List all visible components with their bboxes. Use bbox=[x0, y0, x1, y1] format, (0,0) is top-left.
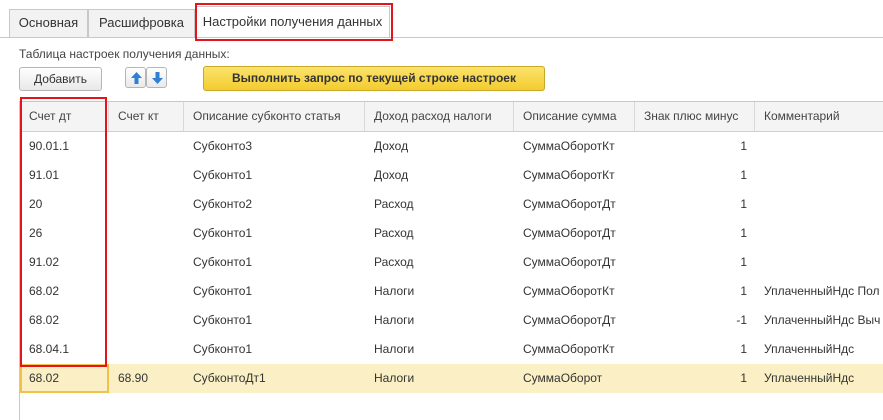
cell-sign[interactable]: 1 bbox=[635, 161, 755, 190]
execute-query-button[interactable]: Выполнить запрос по текущей строке настр… bbox=[203, 66, 545, 91]
column-header-amount[interactable]: Описание сумма bbox=[514, 102, 635, 131]
arrow-up-icon bbox=[131, 72, 142, 84]
cell-type[interactable]: Налоги bbox=[365, 364, 514, 393]
cell-type[interactable]: Налоги bbox=[365, 277, 514, 306]
cell-amount[interactable]: СуммаОборотДт bbox=[514, 306, 635, 335]
cell-credit[interactable] bbox=[109, 219, 184, 248]
cell-credit[interactable] bbox=[109, 277, 184, 306]
cell-subconto[interactable]: Субконто1 bbox=[184, 335, 365, 364]
cell-comment[interactable] bbox=[755, 190, 883, 219]
move-down-button[interactable] bbox=[146, 67, 167, 88]
table-row[interactable]: 68.02 68.90 СубконтоДт1 Налоги СуммаОборот 1 У… bbox=[20, 364, 883, 393]
cell-type[interactable]: Налоги bbox=[365, 306, 514, 335]
cell-sign[interactable]: 1 bbox=[635, 364, 755, 393]
cell-credit[interactable] bbox=[109, 248, 184, 277]
table-row[interactable]: 68.04.1 Субконто1 Налоги СуммаОборотКт 1 Упла… bbox=[20, 335, 883, 364]
cell-credit[interactable] bbox=[109, 161, 184, 190]
cell-credit[interactable]: 68.90 bbox=[109, 364, 184, 393]
cell-sign[interactable]: 1 bbox=[635, 277, 755, 306]
cell-credit[interactable] bbox=[109, 306, 184, 335]
column-header-credit[interactable]: Счет кт bbox=[109, 102, 184, 131]
cell-type[interactable]: Налоги bbox=[365, 335, 514, 364]
cell-credit[interactable] bbox=[109, 132, 184, 161]
move-up-button[interactable] bbox=[125, 67, 146, 88]
cell-comment[interactable]: УплаченныйНдс bbox=[755, 335, 883, 364]
cell-sign[interactable]: 1 bbox=[635, 132, 755, 161]
cell-credit[interactable] bbox=[109, 335, 184, 364]
cell-debit[interactable]: 91.01 bbox=[20, 161, 109, 190]
column-header-type[interactable]: Доход расход налоги bbox=[365, 102, 514, 131]
cell-type[interactable]: Доход bbox=[365, 132, 514, 161]
tab-main[interactable]: Основная bbox=[9, 9, 88, 37]
cell-subconto[interactable]: Субконто1 bbox=[184, 277, 365, 306]
arrow-down-icon bbox=[152, 72, 163, 84]
add-button[interactable]: Добавить bbox=[19, 67, 102, 91]
cell-subconto[interactable]: Субконто1 bbox=[184, 219, 365, 248]
table-row[interactable]: 68.02 Субконто1 Налоги СуммаОборотКт 1 Уплаче… bbox=[20, 277, 883, 306]
cell-amount[interactable]: СуммаОборотДт bbox=[514, 190, 635, 219]
column-header-sign[interactable]: Знак плюс минус bbox=[635, 102, 755, 131]
table-row[interactable]: 90.01.1 Субконто3 Доход СуммаОборотКт 1 bbox=[20, 132, 883, 161]
cell-comment[interactable]: УплаченныйНдс Пол bbox=[755, 277, 883, 306]
cell-credit[interactable] bbox=[109, 190, 184, 219]
cell-amount[interactable]: СуммаОборотКт bbox=[514, 335, 635, 364]
cell-comment[interactable] bbox=[755, 248, 883, 277]
cell-amount[interactable]: СуммаОборот bbox=[514, 364, 635, 393]
cell-debit[interactable]: 20 bbox=[20, 190, 109, 219]
cell-amount[interactable]: СуммаОборотКт bbox=[514, 161, 635, 190]
column-header-subconto[interactable]: Описание субконто статья bbox=[184, 102, 365, 131]
cell-debit[interactable]: 68.04.1 bbox=[20, 335, 109, 364]
cell-comment[interactable] bbox=[755, 161, 883, 190]
cell-debit[interactable]: 26 bbox=[20, 219, 109, 248]
table-row[interactable]: 91.02 Субконто1 Расход СуммаОборотДт 1 bbox=[20, 248, 883, 277]
cell-type[interactable]: Доход bbox=[365, 161, 514, 190]
cell-subconto[interactable]: Субконто2 bbox=[184, 190, 365, 219]
tab-decoding[interactable]: Расшифровка bbox=[88, 9, 195, 37]
cell-subconto[interactable]: Субконто1 bbox=[184, 306, 365, 335]
cell-debit[interactable]: 68.02 bbox=[20, 277, 109, 306]
table-row[interactable]: 26 Субконто1 Расход СуммаОборотДт 1 bbox=[20, 219, 883, 248]
table-caption: Таблица настроек получения данных: bbox=[19, 47, 230, 61]
cell-debit[interactable]: 91.02 bbox=[20, 248, 109, 277]
cell-amount[interactable]: СуммаОборотДт bbox=[514, 219, 635, 248]
cell-debit[interactable]: 68.02 bbox=[20, 364, 109, 393]
tab-divider bbox=[0, 37, 883, 38]
cell-sign[interactable]: 1 bbox=[635, 190, 755, 219]
cell-subconto[interactable]: СубконтоДт1 bbox=[184, 364, 365, 393]
cell-comment[interactable]: УплаченныйНдс bbox=[755, 364, 883, 393]
cell-sign[interactable]: 1 bbox=[635, 219, 755, 248]
cell-type[interactable]: Расход bbox=[365, 190, 514, 219]
cell-debit[interactable]: 68.02 bbox=[20, 306, 109, 335]
cell-sign[interactable]: -1 bbox=[635, 306, 755, 335]
column-header-debit[interactable]: Счет дт bbox=[20, 102, 109, 131]
cell-type[interactable]: Расход bbox=[365, 248, 514, 277]
cell-comment[interactable] bbox=[755, 219, 883, 248]
cell-amount[interactable]: СуммаОборотКт bbox=[514, 132, 635, 161]
cell-type[interactable]: Расход bbox=[365, 219, 514, 248]
table-header: Счет дт Счет кт Описание субконто статья… bbox=[20, 102, 883, 132]
cell-amount[interactable]: СуммаОборотДт bbox=[514, 248, 635, 277]
cell-amount[interactable]: СуммаОборотКт bbox=[514, 277, 635, 306]
table-row[interactable]: 91.01 Субконто1 Доход СуммаОборотКт 1 bbox=[20, 161, 883, 190]
cell-subconto[interactable]: Субконто1 bbox=[184, 161, 365, 190]
cell-subconto[interactable]: Субконто1 bbox=[184, 248, 365, 277]
table-row[interactable]: 68.02 Субконто1 Налоги СуммаОборотДт -1 Уплач… bbox=[20, 306, 883, 335]
cell-sign[interactable]: 1 bbox=[635, 335, 755, 364]
cell-sign[interactable]: 1 bbox=[635, 248, 755, 277]
settings-table: Счет дт Счет кт Описание субконто статья… bbox=[19, 101, 883, 420]
tab-bar: Основная Расшифровка Настройки получения… bbox=[0, 0, 883, 38]
tab-data-settings[interactable]: Настройки получения данных bbox=[195, 6, 390, 38]
table-row[interactable]: 20 Субконто2 Расход СуммаОборотДт 1 bbox=[20, 190, 883, 219]
cell-debit[interactable]: 90.01.1 bbox=[20, 132, 109, 161]
cell-comment[interactable] bbox=[755, 132, 883, 161]
cell-subconto[interactable]: Субконто3 bbox=[184, 132, 365, 161]
column-header-comment[interactable]: Комментарий bbox=[755, 102, 883, 131]
cell-comment[interactable]: УплаченныйНдс Выч bbox=[755, 306, 883, 335]
